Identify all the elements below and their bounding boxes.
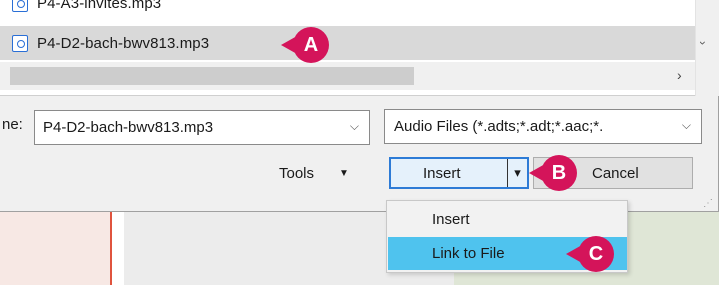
file-name: P4-D2-bach-bwv813.mp3 [37,34,210,52]
cancel-label: Cancel [592,164,639,182]
file-row[interactable]: P4-A3-invites.mp3 [0,0,695,20]
file-name-label: ne: [2,116,23,133]
file-name-combobox[interactable]: P4-D2-bach-bwv813.mp3 ⌵ [34,110,370,145]
chevron-down-icon[interactable]: › [696,41,710,45]
background-panel [0,212,112,285]
file-type-value: Audio Files (*.adts;*.adt;*.aac;*. [394,118,604,135]
file-list: P4-A3-invites.mp3 P4-D2-bach-bwv813.mp3 … [0,0,719,96]
audio-file-icon [12,0,28,12]
insert-dropdown-arrow[interactable]: ▾ [507,159,527,187]
audio-file-icon [12,34,28,52]
menu-item-label: Link to File [432,245,505,262]
tools-label: Tools [279,164,315,182]
horizontal-scrollbar[interactable]: › [0,62,719,90]
file-name-value: P4-D2-bach-bwv813.mp3 [43,119,214,136]
horizontal-scroll-thumb[interactable] [10,67,414,85]
callout-a: A [281,27,329,63]
file-type-select[interactable]: Audio Files (*.adts;*.adt;*.aac;*. ⌵ [384,109,702,144]
file-dialog: P4-A3-invites.mp3 P4-D2-bach-bwv813.mp3 … [0,0,719,212]
vertical-scrollbar[interactable]: › [695,0,719,96]
callout-b: B [529,155,577,191]
menu-item-label: Insert [432,211,470,228]
tools-button[interactable]: Tools ▼ [279,160,349,186]
chevron-down-icon[interactable]: ⌵ [682,118,691,133]
callout-badge: A [293,27,329,63]
caret-down-icon: ▾ [514,165,521,180]
menu-item-insert[interactable]: Insert [388,203,627,236]
chevron-down-icon[interactable]: ⌵ [350,119,359,134]
callout-c: C [566,236,614,272]
file-name: P4-A3-invites.mp3 [37,0,162,12]
file-row-selected[interactable]: P4-D2-bach-bwv813.mp3 [0,26,695,60]
callout-badge: C [578,236,614,272]
chevron-right-icon[interactable]: › [677,67,682,83]
callout-badge: B [541,155,577,191]
resize-grip-icon[interactable]: ⋰ [703,198,713,209]
caret-down-icon: ▼ [339,167,349,179]
insert-label: Insert [423,164,461,182]
background-divider [112,212,124,285]
